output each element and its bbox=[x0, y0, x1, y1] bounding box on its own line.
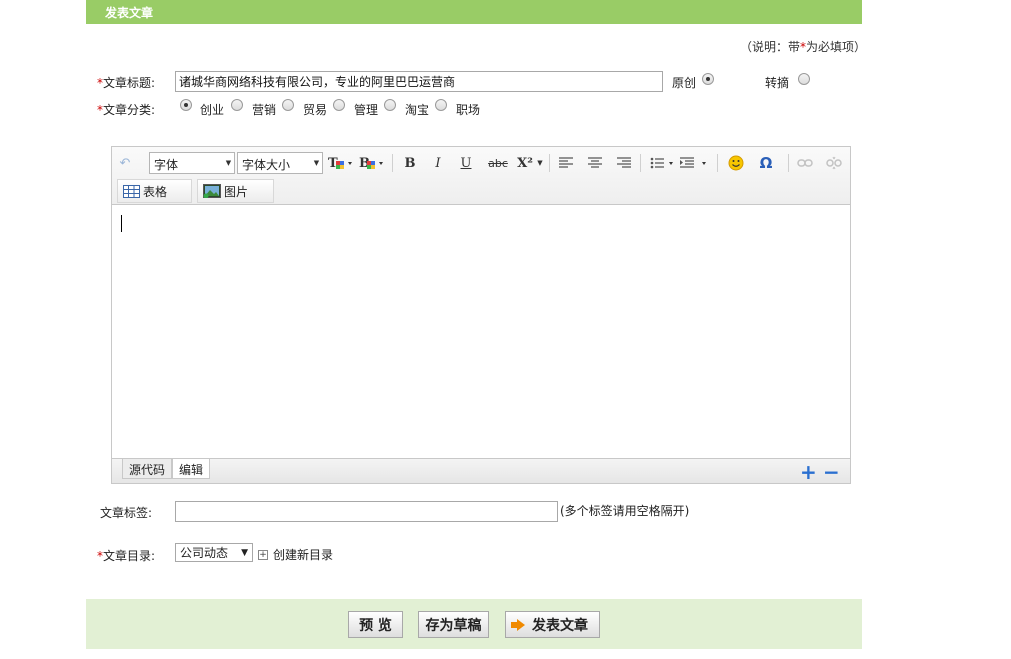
category-option-yingxiao[interactable]: 营销 bbox=[231, 99, 276, 118]
category-option-label: 贸易 bbox=[303, 103, 328, 117]
font-family-select[interactable]: 字体 ▼ bbox=[149, 152, 235, 174]
chevron-down-icon: ▼ bbox=[313, 159, 320, 167]
category-option-label: 创业 bbox=[200, 103, 225, 117]
create-directory-label: 创建新目录 bbox=[273, 548, 334, 562]
directory-selected-value: 公司动态 bbox=[180, 546, 229, 560]
undo-icon[interactable]: ↶ bbox=[117, 152, 133, 174]
category-radio[interactable] bbox=[282, 99, 294, 111]
preview-button[interactable]: 预 览 bbox=[348, 611, 403, 638]
page-header: 发表文章 bbox=[86, 0, 862, 24]
tags-label: 文章标签: bbox=[100, 506, 153, 520]
underline-icon[interactable]: U bbox=[458, 152, 474, 174]
align-right-icon[interactable] bbox=[616, 152, 632, 174]
category-radio[interactable] bbox=[231, 99, 243, 111]
rich-text-editor: ↶ 字体 ▼ 字体大小 ▼ T B B I U abc X² ▼ Ω 表格 图片… bbox=[111, 146, 851, 484]
category-option-zhichang[interactable]: 职场 bbox=[435, 99, 480, 118]
editor-footer: 源代码 编辑 + − bbox=[112, 458, 850, 484]
category-radio[interactable] bbox=[180, 99, 192, 111]
source-repost-radio[interactable] bbox=[798, 73, 811, 85]
directory-label: *文章目录: bbox=[97, 547, 155, 564]
editor-toolbar: ↶ 字体 ▼ 字体大小 ▼ T B B I U abc X² ▼ Ω 表格 图片 bbox=[112, 147, 850, 205]
insert-table-button[interactable]: 表格 bbox=[117, 179, 192, 203]
bullet-list-icon[interactable] bbox=[650, 152, 676, 174]
category-radio[interactable] bbox=[384, 99, 396, 111]
page-title: 发表文章 bbox=[105, 6, 154, 20]
note-prefix: （说明：带 bbox=[740, 40, 801, 54]
source-repost-label: 转摘 bbox=[765, 76, 790, 90]
image-icon bbox=[203, 184, 221, 198]
chevron-down-icon: ▼ bbox=[225, 159, 232, 167]
insert-image-button[interactable]: 图片 bbox=[197, 179, 274, 203]
align-center-icon[interactable] bbox=[587, 152, 603, 174]
chevron-down-icon: ▼ bbox=[241, 547, 248, 558]
source-original-option[interactable]: 原创 bbox=[672, 73, 715, 91]
title-label: *文章标题: bbox=[97, 74, 155, 91]
insert-image-label: 图片 bbox=[224, 184, 249, 199]
tags-input[interactable] bbox=[175, 501, 558, 522]
link-icon[interactable] bbox=[796, 152, 814, 174]
shrink-editor-icon[interactable]: − bbox=[823, 460, 840, 484]
font-size-value: 字体大小 bbox=[242, 158, 291, 172]
toolbar-divider bbox=[640, 154, 641, 172]
enlarge-editor-icon[interactable]: + bbox=[800, 460, 817, 484]
toolbar-divider bbox=[392, 154, 393, 172]
create-directory-link[interactable]: + 创建新目录 bbox=[258, 546, 333, 563]
note-suffix: 为必填项） bbox=[806, 40, 867, 54]
bold-icon[interactable]: B bbox=[402, 152, 418, 174]
chevron-down-icon[interactable]: ▼ bbox=[536, 152, 544, 174]
category-radio[interactable] bbox=[333, 99, 345, 111]
arrow-right-icon bbox=[511, 618, 525, 631]
category-radio[interactable] bbox=[435, 99, 447, 111]
align-left-icon[interactable] bbox=[558, 152, 574, 174]
plus-box-icon: + bbox=[258, 549, 268, 560]
text-caret bbox=[121, 215, 122, 232]
save-draft-button[interactable]: 存为草稿 bbox=[418, 611, 489, 638]
category-label: *文章分类: bbox=[97, 101, 155, 118]
font-size-select[interactable]: 字体大小 ▼ bbox=[237, 152, 323, 174]
editor-content-area[interactable] bbox=[112, 205, 850, 458]
category-option-label: 职场 bbox=[456, 103, 481, 117]
category-option-label: 淘宝 bbox=[405, 103, 430, 117]
superscript-icon[interactable]: X² bbox=[514, 152, 536, 174]
title-label-text: 文章标题: bbox=[103, 76, 156, 90]
category-option-chuangye[interactable]: 创业 bbox=[180, 99, 224, 118]
category-option-taobao[interactable]: 淘宝 bbox=[384, 99, 429, 118]
directory-select[interactable]: 公司动态 ▼ bbox=[175, 543, 253, 562]
required-note: （说明：带*为必填项） bbox=[740, 38, 866, 55]
unlink-icon[interactable] bbox=[825, 152, 843, 174]
insert-table-label: 表格 bbox=[143, 184, 168, 199]
toolbar-divider bbox=[788, 154, 789, 172]
strikethrough-icon[interactable]: abc bbox=[486, 152, 510, 174]
publish-button[interactable]: 发表文章 bbox=[505, 611, 600, 638]
category-option-label: 管理 bbox=[354, 103, 379, 117]
publish-label: 发表文章 bbox=[532, 617, 588, 634]
font-family-value: 字体 bbox=[154, 158, 179, 172]
toolbar-divider bbox=[549, 154, 550, 172]
title-input[interactable] bbox=[175, 71, 663, 92]
indent-icon[interactable] bbox=[680, 152, 710, 174]
tab-edit[interactable]: 编辑 bbox=[172, 459, 211, 479]
italic-icon[interactable]: I bbox=[430, 152, 446, 174]
source-original-radio[interactable] bbox=[702, 73, 715, 85]
category-option-label: 营销 bbox=[252, 103, 277, 117]
category-option-maoyi[interactable]: 贸易 bbox=[282, 99, 327, 118]
text-color-icon[interactable]: T bbox=[327, 152, 355, 174]
special-character-icon[interactable]: Ω bbox=[757, 152, 775, 174]
directory-label-text: 文章目录: bbox=[103, 549, 156, 563]
category-label-text: 文章分类: bbox=[103, 103, 156, 117]
table-icon bbox=[123, 184, 140, 198]
source-repost-option[interactable]: 转摘 bbox=[765, 73, 811, 91]
tags-hint: (多个标签请用空格隔开) bbox=[560, 504, 690, 518]
tab-source-code[interactable]: 源代码 bbox=[122, 459, 173, 479]
background-color-icon[interactable]: B bbox=[358, 152, 386, 174]
toolbar-divider bbox=[717, 154, 718, 172]
source-original-label: 原创 bbox=[672, 76, 697, 90]
category-option-guanli[interactable]: 管理 bbox=[333, 99, 378, 118]
emoticon-icon[interactable] bbox=[727, 152, 745, 174]
